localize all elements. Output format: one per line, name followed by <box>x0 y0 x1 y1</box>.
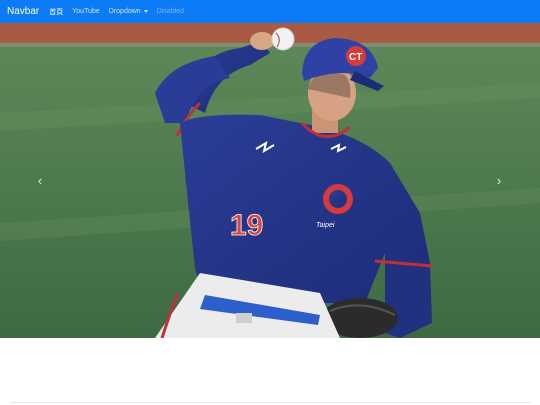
carousel-next-button[interactable]: › <box>492 171 506 191</box>
caret-down-icon <box>143 9 148 13</box>
navbar: Navbar 首頁 YouTube Dropdown Disabled <box>0 0 540 23</box>
jersey-number: 19 <box>230 209 263 242</box>
nav-dropdown[interactable]: Dropdown <box>109 8 148 15</box>
chevron-left-icon: ‹ <box>37 173 43 188</box>
cap-logo: CT <box>349 52 362 63</box>
carousel-prev-button[interactable]: ‹ <box>33 171 47 191</box>
carousel-slide-image: CT Taipei 19 <box>0 23 540 338</box>
carousel: CT Taipei 19 ‹ › <box>0 23 540 338</box>
navbar-brand[interactable]: Navbar <box>7 6 39 17</box>
nav-link-disabled: Disabled <box>156 8 184 15</box>
nav-link-home[interactable]: 首頁 <box>49 7 63 17</box>
chevron-right-icon: › <box>496 173 502 188</box>
nav-dropdown-label: Dropdown <box>108 8 141 15</box>
content-divider <box>10 402 530 403</box>
nav-link-youtube[interactable]: YouTube <box>72 8 100 15</box>
jersey-text: Taipei <box>316 222 335 229</box>
